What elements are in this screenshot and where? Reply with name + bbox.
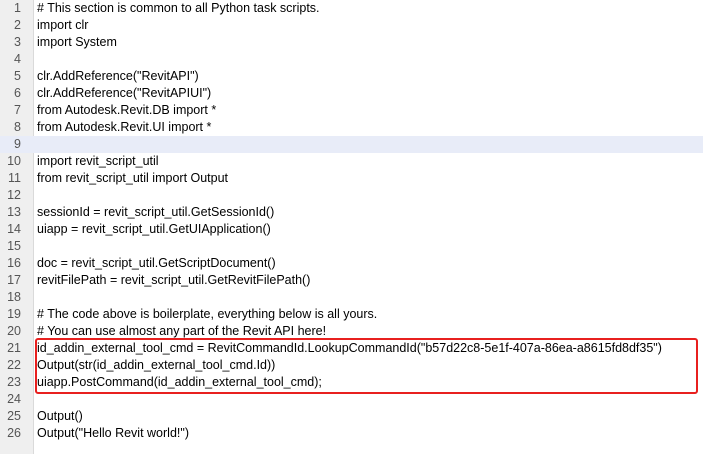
code-text[interactable]: from revit_script_util import Output [37, 170, 228, 187]
line-number: 11 [8, 171, 21, 185]
code-line[interactable]: 12 [0, 187, 703, 204]
code-line[interactable]: 10 import revit_script_util [0, 153, 703, 170]
line-number: 20 [7, 324, 21, 338]
code-line[interactable]: 2 import clr [0, 17, 703, 34]
code-text[interactable]: Output(str(id_addin_external_tool_cmd.Id… [37, 357, 275, 374]
code-line[interactable]: 21 id_addin_external_tool_cmd = RevitComm… [0, 340, 703, 357]
code-text[interactable]: import revit_script_util [37, 153, 159, 170]
code-line[interactable]: 8 from Autodesk.Revit.UI import * [0, 119, 703, 136]
line-number: 1 [14, 1, 21, 15]
code-line[interactable]: 19 # The code above is boilerplate, every… [0, 306, 703, 323]
line-number: 23 [7, 375, 21, 389]
code-text[interactable]: Output("Hello Revit world!") [37, 425, 189, 442]
line-number: 13 [7, 205, 21, 219]
code-line[interactable]: 20 # You can use almost any part of the R… [0, 323, 703, 340]
code-editor[interactable]: 1 # This section is common to all Python … [0, 0, 703, 454]
code-text[interactable]: uiapp.PostCommand(id_addin_external_tool… [37, 374, 322, 391]
line-number: 21 [7, 341, 21, 355]
code-text[interactable]: import clr [37, 17, 88, 34]
code-line[interactable]: 4 [0, 51, 703, 68]
line-number: 14 [7, 222, 21, 236]
line-number: 24 [7, 392, 21, 406]
code-text[interactable]: uiapp = revit_script_util.GetUIApplicati… [37, 221, 271, 238]
line-number: 5 [14, 69, 21, 83]
line-number: 9 [14, 137, 21, 151]
code-line[interactable]: 3 import System [0, 34, 703, 51]
code-text[interactable]: import System [37, 34, 117, 51]
code-text[interactable]: Output() [37, 408, 83, 425]
code-line[interactable]: 25 Output() [0, 408, 703, 425]
code-line[interactable]: 17 revitFilePath = revit_script_util.GetR… [0, 272, 703, 289]
line-number: 4 [14, 52, 21, 66]
line-number: 7 [14, 103, 21, 117]
code-line[interactable]: 1 # This section is common to all Python … [0, 0, 703, 17]
code-line[interactable]: 11 from revit_script_util import Output [0, 170, 703, 187]
code-line[interactable]: 13 sessionId = revit_script_util.GetSessi… [0, 204, 703, 221]
code-text[interactable]: revitFilePath = revit_script_util.GetRev… [37, 272, 310, 289]
code-line[interactable]: 23 uiapp.PostCommand(id_addin_external_to… [0, 374, 703, 391]
code-text[interactable]: # The code above is boilerplate, everyth… [37, 306, 377, 323]
line-number: 3 [14, 35, 21, 49]
code-line[interactable]: 26 Output("Hello Revit world!") [0, 425, 703, 442]
code-text[interactable]: sessionId = revit_script_util.GetSession… [37, 204, 274, 221]
line-number: 17 [7, 273, 21, 287]
line-number: 26 [7, 426, 21, 440]
code-line[interactable]: 7 from Autodesk.Revit.DB import * [0, 102, 703, 119]
line-number: 16 [7, 256, 21, 270]
code-line[interactable]: 16 doc = revit_script_util.GetScriptDocum… [0, 255, 703, 272]
code-line[interactable]: 22 Output(str(id_addin_external_tool_cmd.… [0, 357, 703, 374]
code-text[interactable]: clr.AddReference("RevitAPIUI") [37, 85, 211, 102]
line-number: 18 [7, 290, 21, 304]
code-text[interactable]: clr.AddReference("RevitAPI") [37, 68, 199, 85]
line-number: 25 [7, 409, 21, 423]
code-text[interactable]: from Autodesk.Revit.UI import * [37, 119, 211, 136]
line-number: 10 [7, 154, 21, 168]
code-text[interactable]: id_addin_external_tool_cmd = RevitComman… [37, 340, 662, 357]
code-line[interactable]: 24 [0, 391, 703, 408]
line-number: 12 [7, 188, 21, 202]
code-text[interactable]: doc = revit_script_util.GetScriptDocumen… [37, 255, 276, 272]
code-line[interactable]: 9 [0, 136, 703, 153]
code-line[interactable]: 6 clr.AddReference("RevitAPIUI") [0, 85, 703, 102]
line-number: 22 [7, 358, 21, 372]
code-line[interactable]: 18 [0, 289, 703, 306]
code-line[interactable]: 14 uiapp = revit_script_util.GetUIApplica… [0, 221, 703, 238]
code-text[interactable]: # This section is common to all Python t… [37, 0, 320, 17]
line-number: 2 [14, 18, 21, 32]
line-number: 8 [14, 120, 21, 134]
code-text[interactable]: from Autodesk.Revit.DB import * [37, 102, 216, 119]
code-line[interactable]: 5 clr.AddReference("RevitAPI") [0, 68, 703, 85]
line-number: 15 [7, 239, 21, 253]
line-number: 6 [14, 86, 21, 100]
line-number: 19 [7, 307, 21, 321]
code-line[interactable]: 15 [0, 238, 703, 255]
code-text[interactable]: # You can use almost any part of the Rev… [37, 323, 326, 340]
